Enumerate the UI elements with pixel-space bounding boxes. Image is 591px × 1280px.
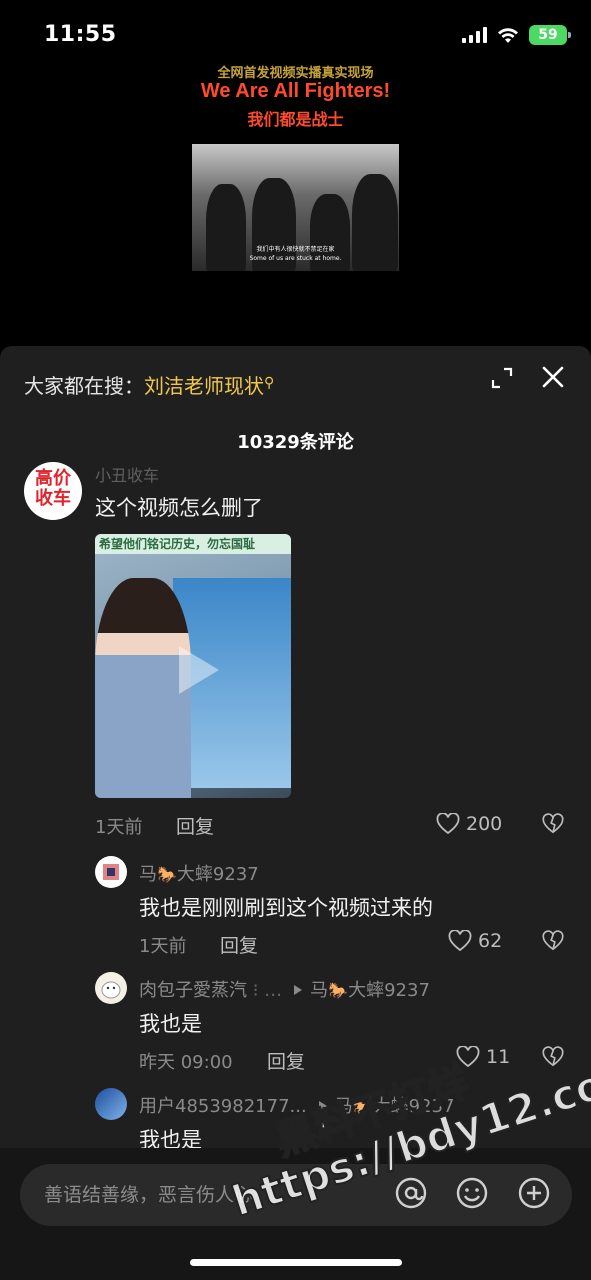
avatar-text-line1: 高价 xyxy=(35,468,71,489)
heart-icon xyxy=(456,1046,480,1068)
avatar[interactable] xyxy=(95,972,127,1004)
reply-username[interactable]: 肉包子愛蒸汽 ⁝ … 马🐎大蟀9237 xyxy=(139,976,430,1002)
reply-to-username-suffix: 大蟀9237 xyxy=(348,980,430,1001)
comment-time: 1天前 xyxy=(95,817,143,838)
avatar-text-line2: 收车 xyxy=(35,488,71,509)
reply-button[interactable]: 回复 xyxy=(176,812,214,839)
reply-to-username-prefix: 马 xyxy=(334,1096,353,1117)
mention-icon[interactable] xyxy=(393,1175,429,1211)
reply-button[interactable]: 回复 xyxy=(220,931,258,958)
avatar[interactable]: 高价 收车 xyxy=(24,462,82,520)
like-button[interactable]: 11 xyxy=(456,1046,510,1068)
reply-to-username-suffix: 大蟀9237 xyxy=(372,1096,455,1117)
reply-to-username-prefix: 马 xyxy=(310,980,329,1001)
dislike-icon[interactable] xyxy=(542,1046,564,1068)
dislike-icon[interactable] xyxy=(542,930,564,952)
video-subtitle-en: Some of us are stuck at home. xyxy=(249,255,342,262)
battery-icon: 59 xyxy=(529,25,571,45)
image-person xyxy=(95,578,191,798)
reply-time: 昨天 09:00 xyxy=(139,1052,233,1073)
avatar[interactable] xyxy=(95,1088,127,1120)
comment-username[interactable]: 小丑收车 xyxy=(95,462,159,486)
video-title-cn: 我们都是战士 xyxy=(247,110,344,129)
heart-icon xyxy=(436,813,460,835)
search-icon: ⚲ xyxy=(264,375,275,391)
like-button[interactable]: 62 xyxy=(448,930,502,952)
wifi-icon xyxy=(498,27,518,43)
expand-icon[interactable] xyxy=(490,366,514,390)
avatar[interactable] xyxy=(95,856,127,888)
reply-username-text: 用户4853982177... xyxy=(139,1096,307,1117)
play-icon xyxy=(179,646,219,694)
horse-emoji-icon: 🐎 xyxy=(157,865,177,884)
video-frame: 我们中有人很快就不禁足在家 Some of us are stuck at ho… xyxy=(192,144,399,271)
reply-username[interactable]: 用户4853982177... 马🐎大蟀9237 xyxy=(139,1092,454,1118)
home-indicator[interactable] xyxy=(190,1259,402,1266)
like-count: 200 xyxy=(466,813,503,835)
battery-level: 59 xyxy=(538,27,558,43)
like-count: 62 xyxy=(478,930,503,952)
reply-username[interactable]: 马🐎大蟀9237 xyxy=(139,860,259,886)
cellular-signal-icon xyxy=(462,27,487,43)
video-title-en: We Are All Fighters! xyxy=(200,80,391,102)
comment-input-placeholder: 善语结善缘，恶言伤人心 xyxy=(44,1184,254,1206)
video-player[interactable]: 全网首发视频实播真实现场 We Are All Fighters! 我们都是战士… xyxy=(0,60,591,348)
heart-icon xyxy=(448,930,472,952)
reply-username-prefix: 马 xyxy=(139,864,157,885)
horse-emoji-icon: 🐎 xyxy=(352,1097,373,1116)
dislike-icon[interactable] xyxy=(542,813,564,835)
like-button[interactable]: 200 xyxy=(436,813,502,835)
add-icon[interactable] xyxy=(516,1175,552,1211)
reply-username-text: 肉包子愛蒸汽 xyxy=(139,980,247,1001)
like-count: 11 xyxy=(486,1046,511,1068)
search-suggestion-keyword[interactable]: 刘洁老师现状 xyxy=(144,374,264,398)
video-subtitle-cn: 我们中有人很快就不禁足在家 xyxy=(256,246,335,253)
reply-to-arrow-icon xyxy=(294,985,303,995)
comment-sheet xyxy=(0,346,591,1280)
close-icon[interactable] xyxy=(540,364,566,390)
reply-text[interactable]: 我也是刚刚刷到这个视频过来的 xyxy=(139,892,433,922)
search-suggestion[interactable]: 大家都在搜：刘洁老师现状⚲ xyxy=(24,370,274,399)
comment-text[interactable]: 这个视频怎么删了 xyxy=(95,492,263,522)
status-time: 11:55 xyxy=(44,22,117,47)
reply-text[interactable]: 我也是 xyxy=(139,1008,202,1038)
video-top-caption: 全网首发视频实播真实现场 xyxy=(217,66,374,81)
video-subtitle: 我们中有人很快就不禁足在家 Some of us are stuck at ho… xyxy=(192,245,399,263)
horse-emoji-icon: 🐎 xyxy=(328,981,349,1000)
reply-to-arrow-icon xyxy=(318,1101,327,1111)
comment-image[interactable]: 希望他们铭记历史，勿忘国耻 xyxy=(95,534,291,798)
reply-button[interactable]: 回复 xyxy=(267,1047,305,1074)
search-suggestion-prefix: 大家都在搜： xyxy=(24,374,144,398)
comment-count: 10329条评论 xyxy=(237,432,354,453)
emoji-icon[interactable] xyxy=(454,1175,490,1211)
image-banner: 希望他们铭记历史，勿忘国耻 xyxy=(95,534,291,554)
status-icons: 59 xyxy=(462,25,571,45)
reply-username-suffix: 大蟀9237 xyxy=(176,864,259,885)
reply-time: 1天前 xyxy=(139,936,187,957)
